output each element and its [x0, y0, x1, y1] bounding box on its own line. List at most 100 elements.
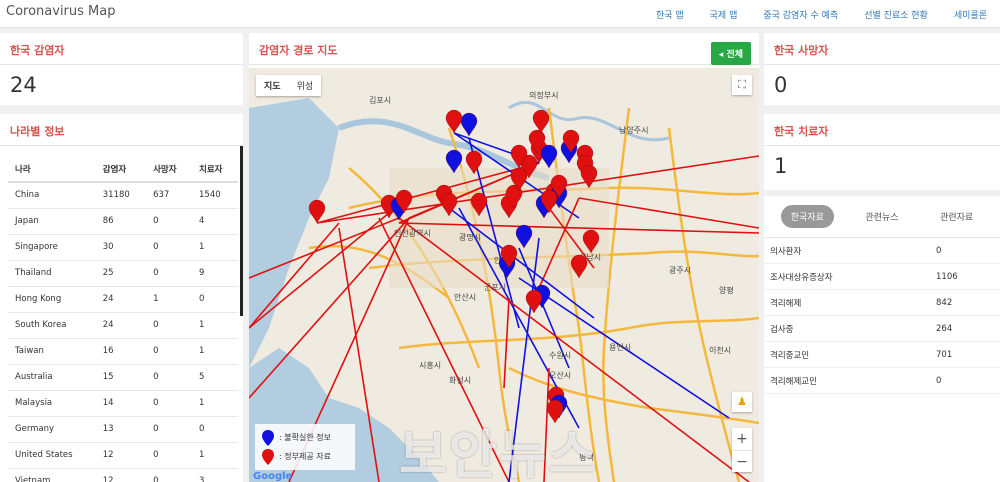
info-row: 격리해제 842	[764, 290, 1000, 316]
red-pin-icon	[262, 448, 274, 465]
nav-china-forecast[interactable]: 중국 감염자 수 예측	[750, 0, 851, 28]
info-row: 조사대상유증상자 1106	[764, 264, 1000, 290]
cell-cases: 14	[95, 389, 147, 416]
info-label: 조사대상유증상자	[770, 272, 833, 283]
table-row: Hong Kong 24 1 0	[8, 285, 238, 312]
cell-recovered: 5	[192, 363, 238, 390]
info-label: 검사중	[770, 324, 794, 335]
cell-cases: 13	[95, 415, 147, 442]
nav-world-map[interactable]: 국제 맵	[697, 0, 751, 28]
watermark: 보안뉴스	[399, 426, 599, 482]
all-button[interactable]: ◂ 전체	[710, 42, 751, 65]
cell-deaths: 1	[146, 285, 193, 312]
korea-cases-panel: 한국 감염자 24	[0, 33, 243, 105]
cell-cases: 86	[95, 207, 147, 234]
cell-country: Singapore	[8, 233, 96, 260]
place-label: 양평	[719, 285, 734, 295]
table-row: Taiwan 16 0 1	[8, 337, 238, 364]
country-table: 나라 감염자 사망자 치료자 China 31180 637 1540 Japan 86 0…	[8, 156, 238, 482]
col-cases: 감염자	[95, 156, 147, 183]
info-row: 격리중교민 701	[764, 342, 1000, 368]
info-label: 격리해제교민	[770, 376, 817, 387]
korea-deaths-title: 한국 사망자	[764, 33, 1000, 65]
nav-menu: 한국 맵 국제 맵 중국 감염자 수 예측 선별 진료소 현황 세미콜론	[643, 0, 1000, 28]
cell-recovered: 1	[192, 233, 238, 260]
country-table-scroll[interactable]: 나라 감염자 사망자 치료자 China 31180 637 1540 Japan 86 0…	[8, 156, 238, 482]
brand-title[interactable]: Coronavirus Map	[6, 4, 115, 19]
cell-deaths: 0	[146, 233, 193, 260]
korea-recovered-title: 한국 치료자	[764, 114, 1000, 146]
table-row: Singapore 30 0 1	[8, 233, 238, 260]
place-label: 김포시	[369, 95, 391, 105]
info-value: 842	[936, 297, 953, 308]
cell-country: Taiwan	[8, 337, 96, 364]
cell-recovered: 3	[192, 467, 238, 482]
tab-related-news[interactable]: 관련뉴스	[855, 205, 908, 228]
cell-recovered: 4	[192, 207, 238, 234]
cell-cases: 30	[95, 233, 147, 260]
info-label: 격리해제	[770, 298, 802, 309]
cell-deaths: 0	[146, 363, 193, 390]
cell-recovered: 1	[192, 311, 238, 338]
cell-cases: 12	[95, 441, 147, 468]
map-type-control: 지도 위성	[256, 75, 322, 96]
cell-recovered: 0	[192, 415, 238, 442]
info-row: 격리해제교민 0	[764, 368, 1000, 394]
nav-semicolon[interactable]: 세미콜론	[941, 0, 1000, 28]
cell-recovered: 1	[192, 441, 238, 468]
place-label: 시흥시	[419, 360, 441, 370]
map-type-map[interactable]: 지도	[256, 75, 289, 96]
table-row: Malaysia 14 0 1	[8, 389, 238, 416]
cell-cases: 15	[95, 363, 147, 390]
cell-recovered: 1540	[192, 181, 238, 208]
cell-country: Australia	[8, 363, 96, 390]
korea-cases-value: 24	[10, 73, 37, 97]
korea-recovered-panel: 한국 치료자 1	[764, 114, 1000, 190]
place-label: 오산시	[549, 370, 571, 380]
zoom-control: + −	[732, 428, 752, 472]
cell-deaths: 637	[146, 181, 193, 208]
pegman-icon[interactable]: ♟	[732, 392, 752, 412]
place-label: 인천광역시	[394, 228, 431, 238]
info-row: 검사중 264	[764, 316, 1000, 342]
nav-clinic-status[interactable]: 선별 진료소 현황	[851, 0, 941, 28]
zoom-in-button[interactable]: +	[732, 428, 752, 450]
tab-korea-data[interactable]: 한국자료	[780, 205, 834, 228]
place-label: 화성시	[449, 376, 471, 385]
table-row: Thailand 25 0 9	[8, 259, 238, 286]
table-row: Vietnam 12 0 3	[8, 467, 238, 482]
zoom-out-button[interactable]: −	[732, 450, 752, 472]
place-label: 안산시	[454, 292, 476, 302]
korea-recovered-value: 1	[774, 154, 788, 178]
place-label: 수원시	[549, 351, 571, 360]
tab-related-data[interactable]: 관련자료	[930, 205, 983, 228]
legend-government-label: : 정부제공 자료	[279, 452, 331, 461]
table-row: South Korea 24 0 1	[8, 311, 238, 338]
place-label: 광명시	[459, 232, 481, 242]
korea-info-panel: 한국자료 관련뉴스 관련자료 의사환자 0 조사대상유증상자 1106 격리해제 842 검…	[764, 196, 1000, 482]
place-label: 의정부시	[529, 90, 558, 100]
fullscreen-icon[interactable]: ⛶	[732, 75, 752, 95]
cell-cases: 24	[95, 285, 147, 312]
place-label: 남양주시	[619, 126, 648, 135]
map-type-satellite[interactable]: 위성	[289, 75, 322, 96]
col-recovered: 치료자	[192, 156, 238, 183]
route-map[interactable]: 김포시의정부시남양주시인천광역시광명시안양시군포시안산시수원시성남시용인시화성시…	[249, 68, 759, 482]
korea-deaths-value: 0	[774, 73, 788, 97]
google-logo: Google	[253, 471, 293, 482]
nav-korea-map[interactable]: 한국 맵	[643, 0, 697, 28]
scrollbar[interactable]	[240, 146, 243, 316]
map-legend: : 불확실한 정보 : 정부제공 자료	[255, 424, 355, 470]
info-value: 1106	[936, 271, 958, 282]
cell-country: Hong Kong	[8, 285, 96, 312]
country-info-title: 나라별 정보	[0, 114, 243, 146]
cell-country: China	[8, 181, 96, 208]
cell-deaths: 0	[146, 441, 193, 468]
legend-government: : 정부제공 자료	[261, 447, 349, 466]
place-label: 이천시	[709, 345, 731, 355]
all-button-label: 전체	[726, 50, 743, 60]
cell-deaths: 0	[146, 207, 193, 234]
cell-recovered: 1	[192, 337, 238, 364]
korea-deaths-panel: 한국 사망자 0	[764, 33, 1000, 105]
info-value: 0	[936, 245, 942, 256]
